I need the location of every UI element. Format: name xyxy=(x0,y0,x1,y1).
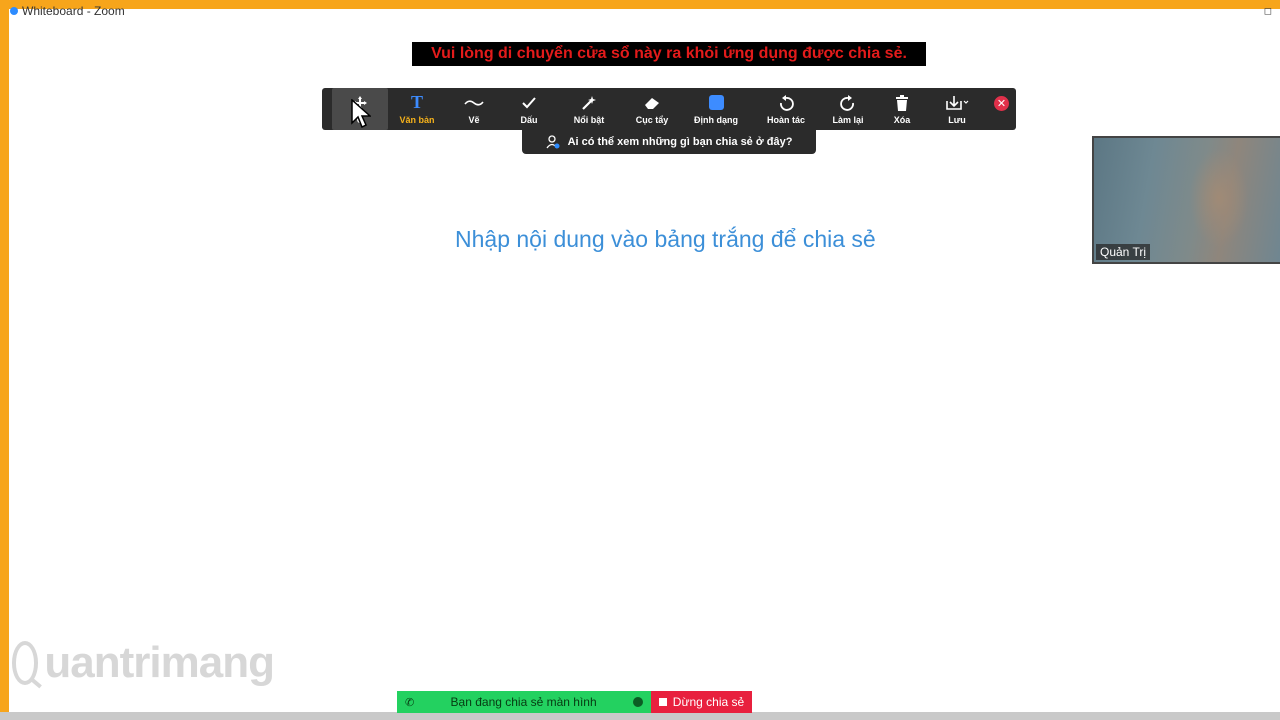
who-can-see-text: Ai có thể xem những gì bạn chia sẻ ở đây… xyxy=(567,136,793,148)
watermark-text: uantrimang xyxy=(44,638,275,687)
screen-share-bar: ✆ Bạn đang chia sẻ màn hình Dừng chia sẻ xyxy=(397,691,752,713)
tool-clear[interactable]: Xóa xyxy=(874,88,930,130)
save-icon xyxy=(945,94,969,112)
tool-format-label: Định dạng xyxy=(694,114,738,125)
tool-text-label: Văn bản xyxy=(399,114,435,125)
tool-format[interactable]: Định dạng xyxy=(682,88,750,130)
restore-window-icon[interactable]: ◻ xyxy=(1264,6,1272,17)
watermark: uantrimang xyxy=(12,636,275,690)
tool-draw[interactable]: Vẽ xyxy=(446,88,502,130)
whiteboard-placeholder[interactable]: Nhập nội dung vào bảng trắng để chia sẻ xyxy=(455,226,876,253)
tool-redo-label: Làm lại xyxy=(832,114,864,125)
tool-undo[interactable]: Hoàn tác xyxy=(750,88,822,130)
user-icon xyxy=(546,135,560,149)
watermark-logo-icon xyxy=(12,641,39,685)
video-blur xyxy=(1189,148,1249,248)
tool-spotlight[interactable]: Nổi bật xyxy=(556,88,622,130)
shield-icon xyxy=(632,697,643,707)
window-title-text: Whiteboard - Zoom xyxy=(22,4,125,18)
annotation-toolbar: C T Văn bản Vẽ Dấu Nổi bật Cục tẩy Định xyxy=(322,88,1016,130)
phone-icon: ✆ xyxy=(405,696,415,709)
undo-icon xyxy=(777,94,795,112)
tool-save-label: Lưu xyxy=(948,114,966,125)
warning-banner: Vui lòng di chuyển cửa sổ này ra khỏi ứn… xyxy=(412,42,926,66)
zoom-app-icon xyxy=(10,7,18,15)
participant-video[interactable]: Quản Trị xyxy=(1092,136,1280,264)
share-frame-top xyxy=(0,0,1280,9)
redo-icon xyxy=(839,94,857,112)
eraser-icon xyxy=(643,94,661,112)
tool-stamp[interactable]: Dấu xyxy=(502,88,556,130)
window-title: Whiteboard - Zoom xyxy=(10,4,125,18)
mouse-cursor-icon xyxy=(351,98,372,136)
tool-text[interactable]: T Văn bản xyxy=(388,88,446,130)
share-frame-left xyxy=(0,0,9,720)
tool-draw-label: Vẽ xyxy=(468,114,480,125)
text-icon: T xyxy=(410,92,423,112)
tool-undo-label: Hoàn tác xyxy=(766,114,805,125)
share-status-text: Bạn đang chia sẻ màn hình xyxy=(450,695,597,709)
tool-save[interactable]: Lưu xyxy=(930,88,984,130)
format-icon xyxy=(708,94,724,112)
stop-share-button[interactable]: Dừng chia sẻ xyxy=(651,691,752,713)
participant-name: Quản Trị xyxy=(1096,244,1151,260)
share-status[interactable]: ✆ Bạn đang chia sẻ màn hình xyxy=(397,691,651,713)
tool-clear-label: Xóa xyxy=(893,114,911,125)
taskbar-strip xyxy=(0,712,1280,720)
trash-icon xyxy=(895,94,909,112)
tool-eraser[interactable]: Cục tẩy xyxy=(622,88,682,130)
close-toolbar-icon[interactable]: ✕ xyxy=(994,96,1009,111)
stamp-icon xyxy=(521,94,537,112)
stop-share-label: Dừng chia sẻ xyxy=(672,695,745,709)
draw-icon xyxy=(464,94,484,112)
tool-stamp-label: Dấu xyxy=(520,114,538,125)
tool-spotlight-label: Nổi bật xyxy=(573,114,605,125)
who-can-see-button[interactable]: Ai có thể xem những gì bạn chia sẻ ở đây… xyxy=(522,130,816,154)
stop-icon xyxy=(658,698,667,706)
tool-eraser-label: Cục tẩy xyxy=(635,114,669,125)
spotlight-icon xyxy=(581,94,597,112)
tool-redo[interactable]: Làm lại xyxy=(822,88,874,130)
